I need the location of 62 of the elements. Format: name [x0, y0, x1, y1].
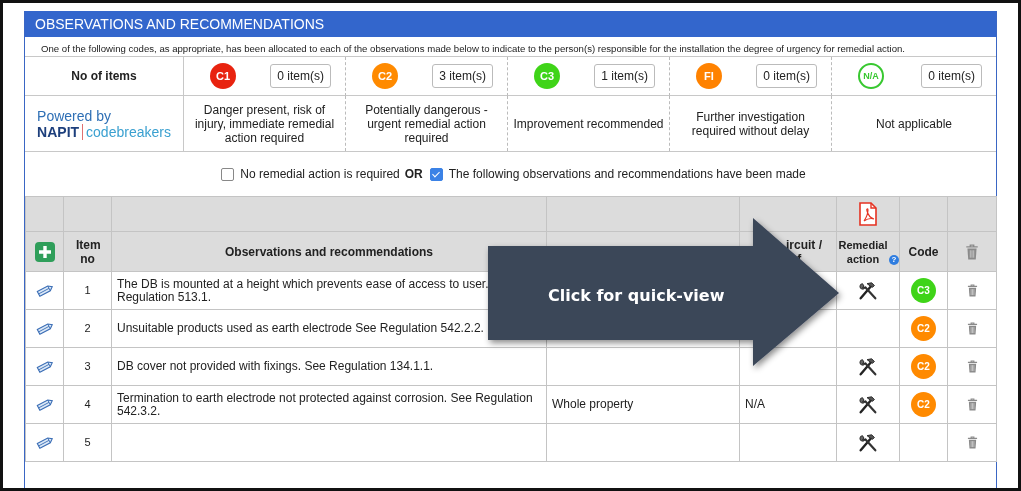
- item-count: 3 item(s): [432, 64, 493, 88]
- hammer-wrench-icon[interactable]: [857, 393, 879, 416]
- trash-icon[interactable]: [966, 322, 978, 336]
- code-badge: C2: [372, 63, 398, 89]
- trash-icon[interactable]: [966, 284, 978, 298]
- item-count: 0 item(s): [270, 64, 331, 88]
- pdf-icon[interactable]: [858, 202, 878, 226]
- circuit-text: N/A: [745, 397, 765, 411]
- code-badge: C2: [911, 316, 936, 341]
- column-header: Code: [908, 244, 939, 259]
- item-number: 3: [84, 360, 91, 372]
- item-number: 1: [84, 284, 91, 296]
- pencil-icon[interactable]: [34, 397, 55, 412]
- item-count: 0 item(s): [756, 64, 817, 88]
- item-number: 4: [84, 398, 91, 410]
- hammer-wrench-icon[interactable]: [857, 279, 879, 302]
- code-description: Potentially dangerous - urgent remedial action required: [364, 102, 489, 145]
- summary-label: No of items: [71, 69, 137, 83]
- item-number: 2: [84, 322, 91, 334]
- observation-text: DB cover not provided with fixings. See Regulation 134.1.1.: [117, 359, 434, 373]
- code-badge: N/A: [858, 63, 884, 89]
- item-count: 0 item(s): [921, 64, 982, 88]
- checkbox[interactable]: [429, 167, 443, 181]
- hammer-wrench-icon[interactable]: [857, 355, 879, 378]
- code-badge: C3: [534, 63, 560, 89]
- hammer-wrench-icon[interactable]: [857, 431, 879, 454]
- checkbox[interactable]: [221, 167, 235, 181]
- pencil-icon[interactable]: [34, 359, 55, 374]
- code-badge: C3: [911, 278, 936, 303]
- trash-icon[interactable]: [966, 360, 978, 374]
- code-description: Further investigation required without delay: [690, 109, 811, 138]
- code-description: Improvement recommended: [513, 116, 664, 131]
- trash-icon[interactable]: [966, 398, 978, 412]
- help-icon[interactable]: ?: [889, 255, 899, 265]
- callout-text: Click for quick-view: [548, 286, 725, 305]
- code-badge: FI: [696, 63, 722, 89]
- item-count: 1 item(s): [594, 64, 655, 88]
- trash-icon[interactable]: [965, 243, 979, 260]
- column-header: Remedial action: [838, 237, 888, 266]
- trash-icon[interactable]: [966, 436, 978, 450]
- checkbox-label: The following observations and recommendations have been made: [448, 167, 806, 181]
- pencil-icon[interactable]: [34, 435, 55, 450]
- or-text: OR: [404, 167, 423, 181]
- observation-text: Termination to earth electrode not protected against corrosion. See Regulation 542.3.2.: [117, 390, 533, 418]
- add-icon[interactable]: [34, 241, 55, 262]
- brand-logo: Powered by NAPIT codebreakers: [37, 107, 171, 140]
- code-badge: C1: [210, 63, 236, 89]
- item-number: 5: [84, 436, 91, 448]
- checkbox-label: No remedial action is required: [240, 167, 400, 181]
- observation-text: The DB is mounted at a height which prevents ease of access to user. Regulation 513.1.: [117, 276, 489, 304]
- pencil-icon[interactable]: [34, 283, 55, 298]
- code-description: Not applicable: [875, 116, 953, 131]
- column-header: Item no: [76, 237, 101, 266]
- location-text: Whole property: [552, 397, 634, 411]
- panel-header: OBSERVATIONS AND RECOMMENDATIONS: [25, 11, 996, 37]
- intro-text: One of the following codes, as appropriate, has been allocated to each of the observations made below to indicate to the person(s) responsible for the installation the degree of urgency for remedial action.: [25, 37, 996, 57]
- code-badge: C2: [911, 354, 936, 379]
- code-description: Danger present, risk of injury, immediate remedial action required: [193, 102, 336, 145]
- pencil-icon[interactable]: [34, 321, 55, 336]
- column-header: Observations and recommendations: [224, 244, 434, 259]
- code-badge: C2: [911, 392, 936, 417]
- observation-text: Unsuitable products used as earth electrode See Regulation 542.2.2.: [117, 321, 484, 335]
